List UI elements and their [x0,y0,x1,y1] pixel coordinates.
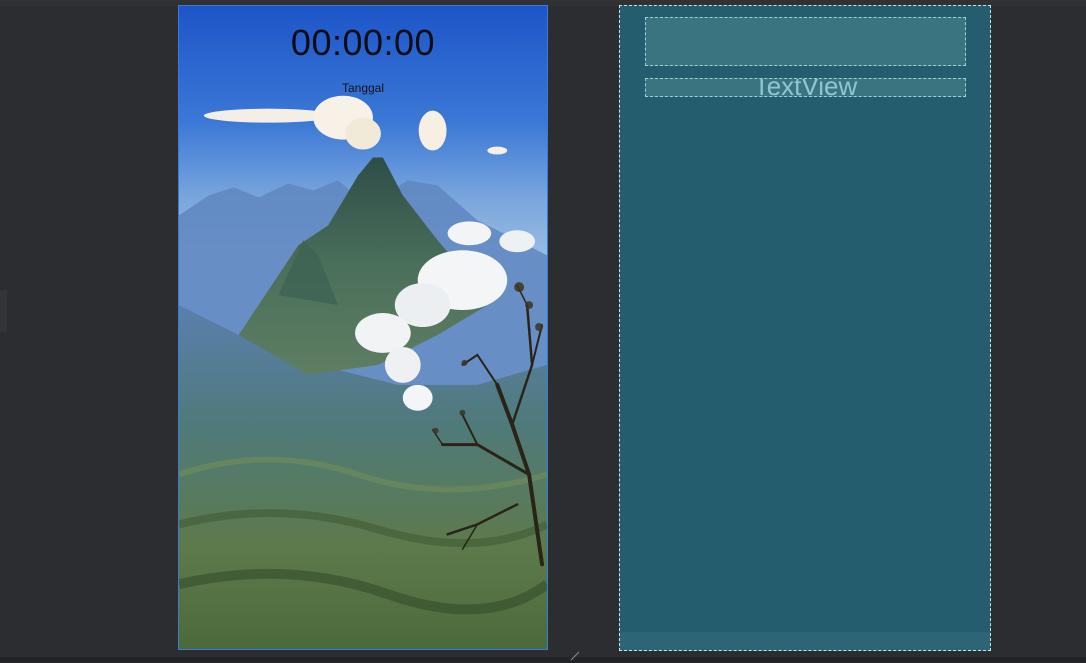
blueprint-preview-screen[interactable]: TextView [619,5,991,651]
blueprint-navigation-area [620,632,990,650]
side-panel-edge[interactable] [0,290,7,332]
blueprint-clock-widget[interactable] [645,17,966,66]
mountain-background-image [179,6,547,649]
resize-handle-icon[interactable] [570,651,580,661]
blueprint-textview-widget[interactable]: TextView [645,78,966,97]
editor-bottom-bar [0,657,1086,663]
date-textview[interactable]: Tanggal [179,81,547,95]
clock-textview[interactable]: 00:00:00 [179,22,547,64]
blueprint-textview-label: TextView [753,78,858,97]
design-preview-screen[interactable]: 00:00:00 Tanggal [178,5,548,650]
